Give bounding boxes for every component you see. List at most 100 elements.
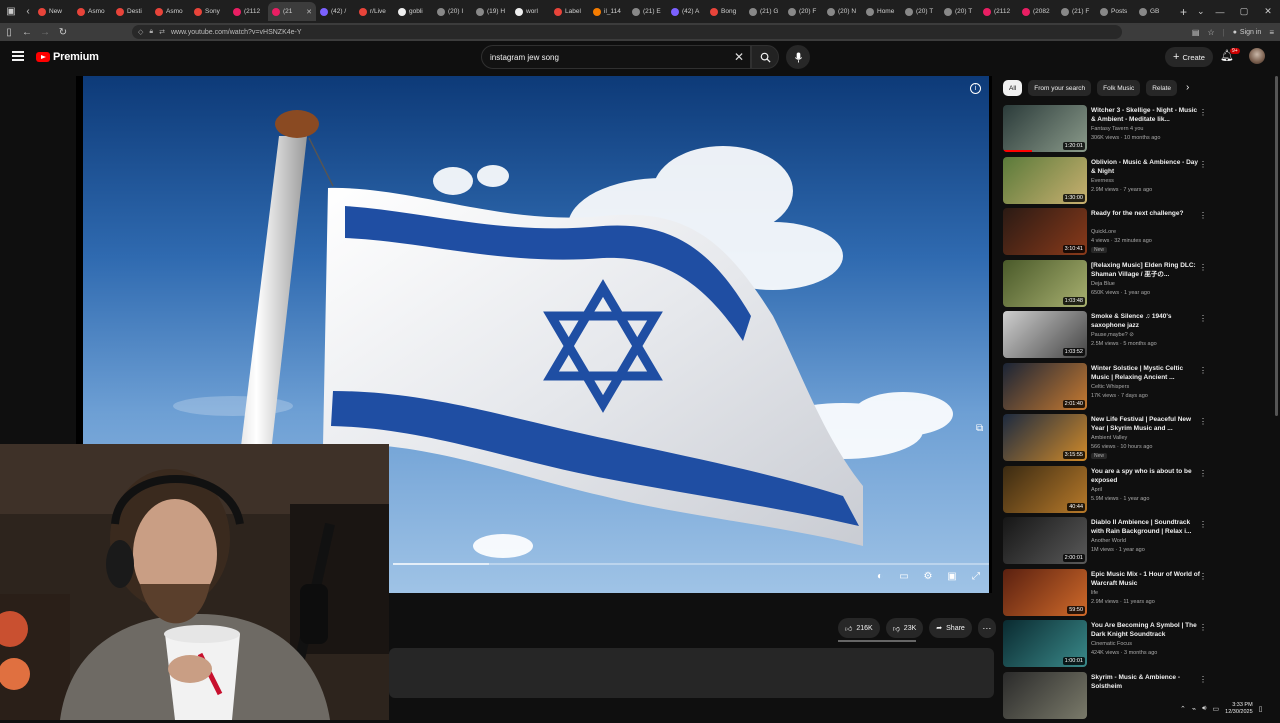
sidebar-toggle-icon[interactable]: ▯ [0,27,18,38]
browser-tab[interactable]: r/Live [355,2,394,21]
browser-tab[interactable]: Sony [190,2,229,21]
bookmark-star-icon[interactable]: ☆ [1207,28,1214,37]
settings-gear-icon[interactable]: ⚙ [921,571,935,582]
browser-tab[interactable]: New [34,2,73,21]
related-video-item[interactable]: 2:00:01Diablo II Ambience | Soundtrack w… [1003,517,1209,569]
maximize-icon[interactable]: ▢ [1232,6,1256,17]
fullscreen-icon[interactable]: ⤢ [969,571,983,582]
volume-icon[interactable]: 🔊︎ [1202,705,1206,713]
video-title[interactable]: Smoke & Silence ♫ 1940's saxophone jazz [1091,312,1203,330]
channel-name[interactable]: Deja Blue [1091,281,1115,287]
progress-bar[interactable] [393,563,989,565]
youtube-logo[interactable]: Premium [36,51,99,63]
more-options-icon[interactable]: ⋮ [1199,675,1207,684]
channel-name[interactable]: Another World [1091,538,1126,544]
url-bar[interactable]: ◇ 🔒︎ ⇄ www.youtube.com/watch?v=vHSNZK4e-… [132,25,1122,39]
browser-tab[interactable]: (19) H [472,2,511,21]
related-video-item[interactable]: 1:20:01Witcher 3 - Skellige - Night - Mu… [1003,105,1209,157]
site-settings-icon[interactable]: ⇄ [159,28,165,36]
filter-chip[interactable]: Folk Music [1097,80,1140,96]
browser-tab[interactable]: gobli [394,2,433,21]
video-title[interactable]: Witcher 3 - Skellige - Night - Music & A… [1091,106,1203,124]
browser-tab[interactable]: Home [862,2,901,21]
video-title[interactable]: You are a spy who is about to be exposed [1091,467,1203,485]
more-options-icon[interactable]: ⋮ [1199,263,1207,272]
avatar[interactable] [1249,48,1265,64]
related-video-item[interactable]: 1:03:52Smoke & Silence ♫ 1940's saxophon… [1003,311,1209,363]
close-tab-icon[interactable]: ✕ [306,8,312,16]
video-title[interactable]: Winter Solstice | Mystic Celtic Music | … [1091,364,1203,382]
browser-tab[interactable]: (42) / [316,2,355,21]
channel-name[interactable]: QuickLore [1091,229,1116,235]
notification-center-icon[interactable]: ▯ [1259,705,1263,713]
video-thumbnail[interactable]: 1:03:48 [1003,260,1087,307]
search-input[interactable]: instagram jew song ✕ [481,45,751,69]
video-title[interactable]: [Relaxing Music] Elden Ring DLC: Shaman … [1091,261,1203,279]
related-video-item[interactable]: 1:00:01You Are Becoming A Symbol | The D… [1003,620,1209,672]
video-thumbnail[interactable]: 40:44 [1003,466,1087,513]
browser-tab[interactable]: Asmo [73,2,112,21]
network-icon[interactable]: ⌁ [1192,705,1196,713]
video-thumbnail[interactable]: 1:03:52 [1003,311,1087,358]
browser-tab[interactable]: (20) I [433,2,472,21]
browser-tab[interactable]: il_114 [589,2,628,21]
minimize-icon[interactable]: — [1208,7,1232,17]
related-video-item[interactable]: 40:44You are a spy who is about to be ex… [1003,466,1209,518]
browser-tab[interactable]: worl [511,2,550,21]
share-button[interactable]: ➦ Share [929,618,972,638]
create-button[interactable]: + Create [1165,47,1213,67]
hamburger-menu-icon[interactable] [12,51,24,61]
browser-tab[interactable]: (21) G [745,2,784,21]
reload-icon[interactable]: ↻ [54,27,72,38]
browser-tab[interactable]: (20) F [784,2,823,21]
video-thumbnail[interactable]: 1:20:01 [1003,105,1087,152]
tab-scroll-left-icon[interactable]: ‹ [22,0,34,23]
browser-tab[interactable]: (21) E [628,2,667,21]
more-options-icon[interactable]: ⋮ [1199,211,1207,220]
more-options-icon[interactable]: ⋮ [1199,520,1207,529]
like-button[interactable]: 👍︎ 216K [838,618,880,638]
video-thumbnail[interactable]: 2:01:40 [1003,363,1087,410]
related-video-item[interactable]: 2:01:40Winter Solstice | Mystic Celtic M… [1003,363,1209,415]
browser-tab[interactable]: Desti [112,2,151,21]
video-title[interactable]: Epic Music Mix - 1 Hour of World of Warc… [1091,570,1203,588]
video-title[interactable]: New Life Festival | Peaceful New Year | … [1091,415,1203,433]
related-video-item[interactable]: 3:15:55New Life Festival | Peaceful New … [1003,414,1209,466]
more-options-icon[interactable]: ⋮ [1199,469,1207,478]
channel-name[interactable]: Everness [1091,178,1114,184]
more-options-icon[interactable]: ⋮ [1199,314,1207,323]
browser-tab[interactable]: (20) T [940,2,979,21]
browser-tab[interactable]: Label [550,2,589,21]
browser-tab[interactable]: (20) T [901,2,940,21]
video-title[interactable]: Ready for the next challenge? [1091,209,1203,218]
info-icon[interactable]: i [970,83,981,94]
description-box[interactable] [389,648,994,698]
dislike-button[interactable]: 👎︎ 23K [886,618,924,638]
video-thumbnail[interactable]: 3:15:55 [1003,414,1087,461]
clock[interactable]: 3:33 PM 12/30/2025 [1225,702,1253,716]
signin-button[interactable]: ● Sign in [1233,29,1262,36]
more-options-icon[interactable]: ⋮ [1199,160,1207,169]
channel-name[interactable]: Celtic Whispers [1091,384,1129,390]
video-thumbnail[interactable]: 59:50 [1003,569,1087,616]
channel-name[interactable]: Pause,maybe? ⊘ [1091,332,1134,338]
related-video-item[interactable]: Skyrim - Music & Ambience - Solstheim⋮ [1003,672,1209,723]
related-video-item[interactable]: 3:10:41Ready for the next challenge?Quic… [1003,208,1209,260]
browser-tab[interactable]: Bong [706,2,745,21]
related-video-item[interactable]: 59:50Epic Music Mix - 1 Hour of World of… [1003,569,1209,621]
tab-actions-icon[interactable]: ▣ [0,0,22,23]
scrollbar[interactable] [1275,76,1278,416]
related-video-item[interactable]: 1:03:48[Relaxing Music] Elden Ring DLC: … [1003,260,1209,312]
video-title[interactable]: You Are Becoming A Symbol | The Dark Kni… [1091,621,1203,639]
related-video-item[interactable]: 1:30:00Oblivion - Music & Ambience - Day… [1003,157,1209,209]
browser-tab[interactable]: Posts [1096,2,1135,21]
more-options-icon[interactable]: ⋮ [1199,108,1207,117]
video-thumbnail[interactable]: 1:30:00 [1003,157,1087,204]
channel-name[interactable]: Cinematic Focus [1091,641,1132,647]
subtitles-icon[interactable]: ▭ [897,571,911,582]
search-button[interactable] [751,45,779,69]
browser-menu-icon[interactable]: ≡ [1269,28,1274,37]
chevron-right-icon[interactable]: › [1186,82,1189,93]
video-title[interactable]: Diablo II Ambience | Soundtrack with Rai… [1091,518,1203,536]
browser-tab[interactable]: GB [1135,2,1174,21]
